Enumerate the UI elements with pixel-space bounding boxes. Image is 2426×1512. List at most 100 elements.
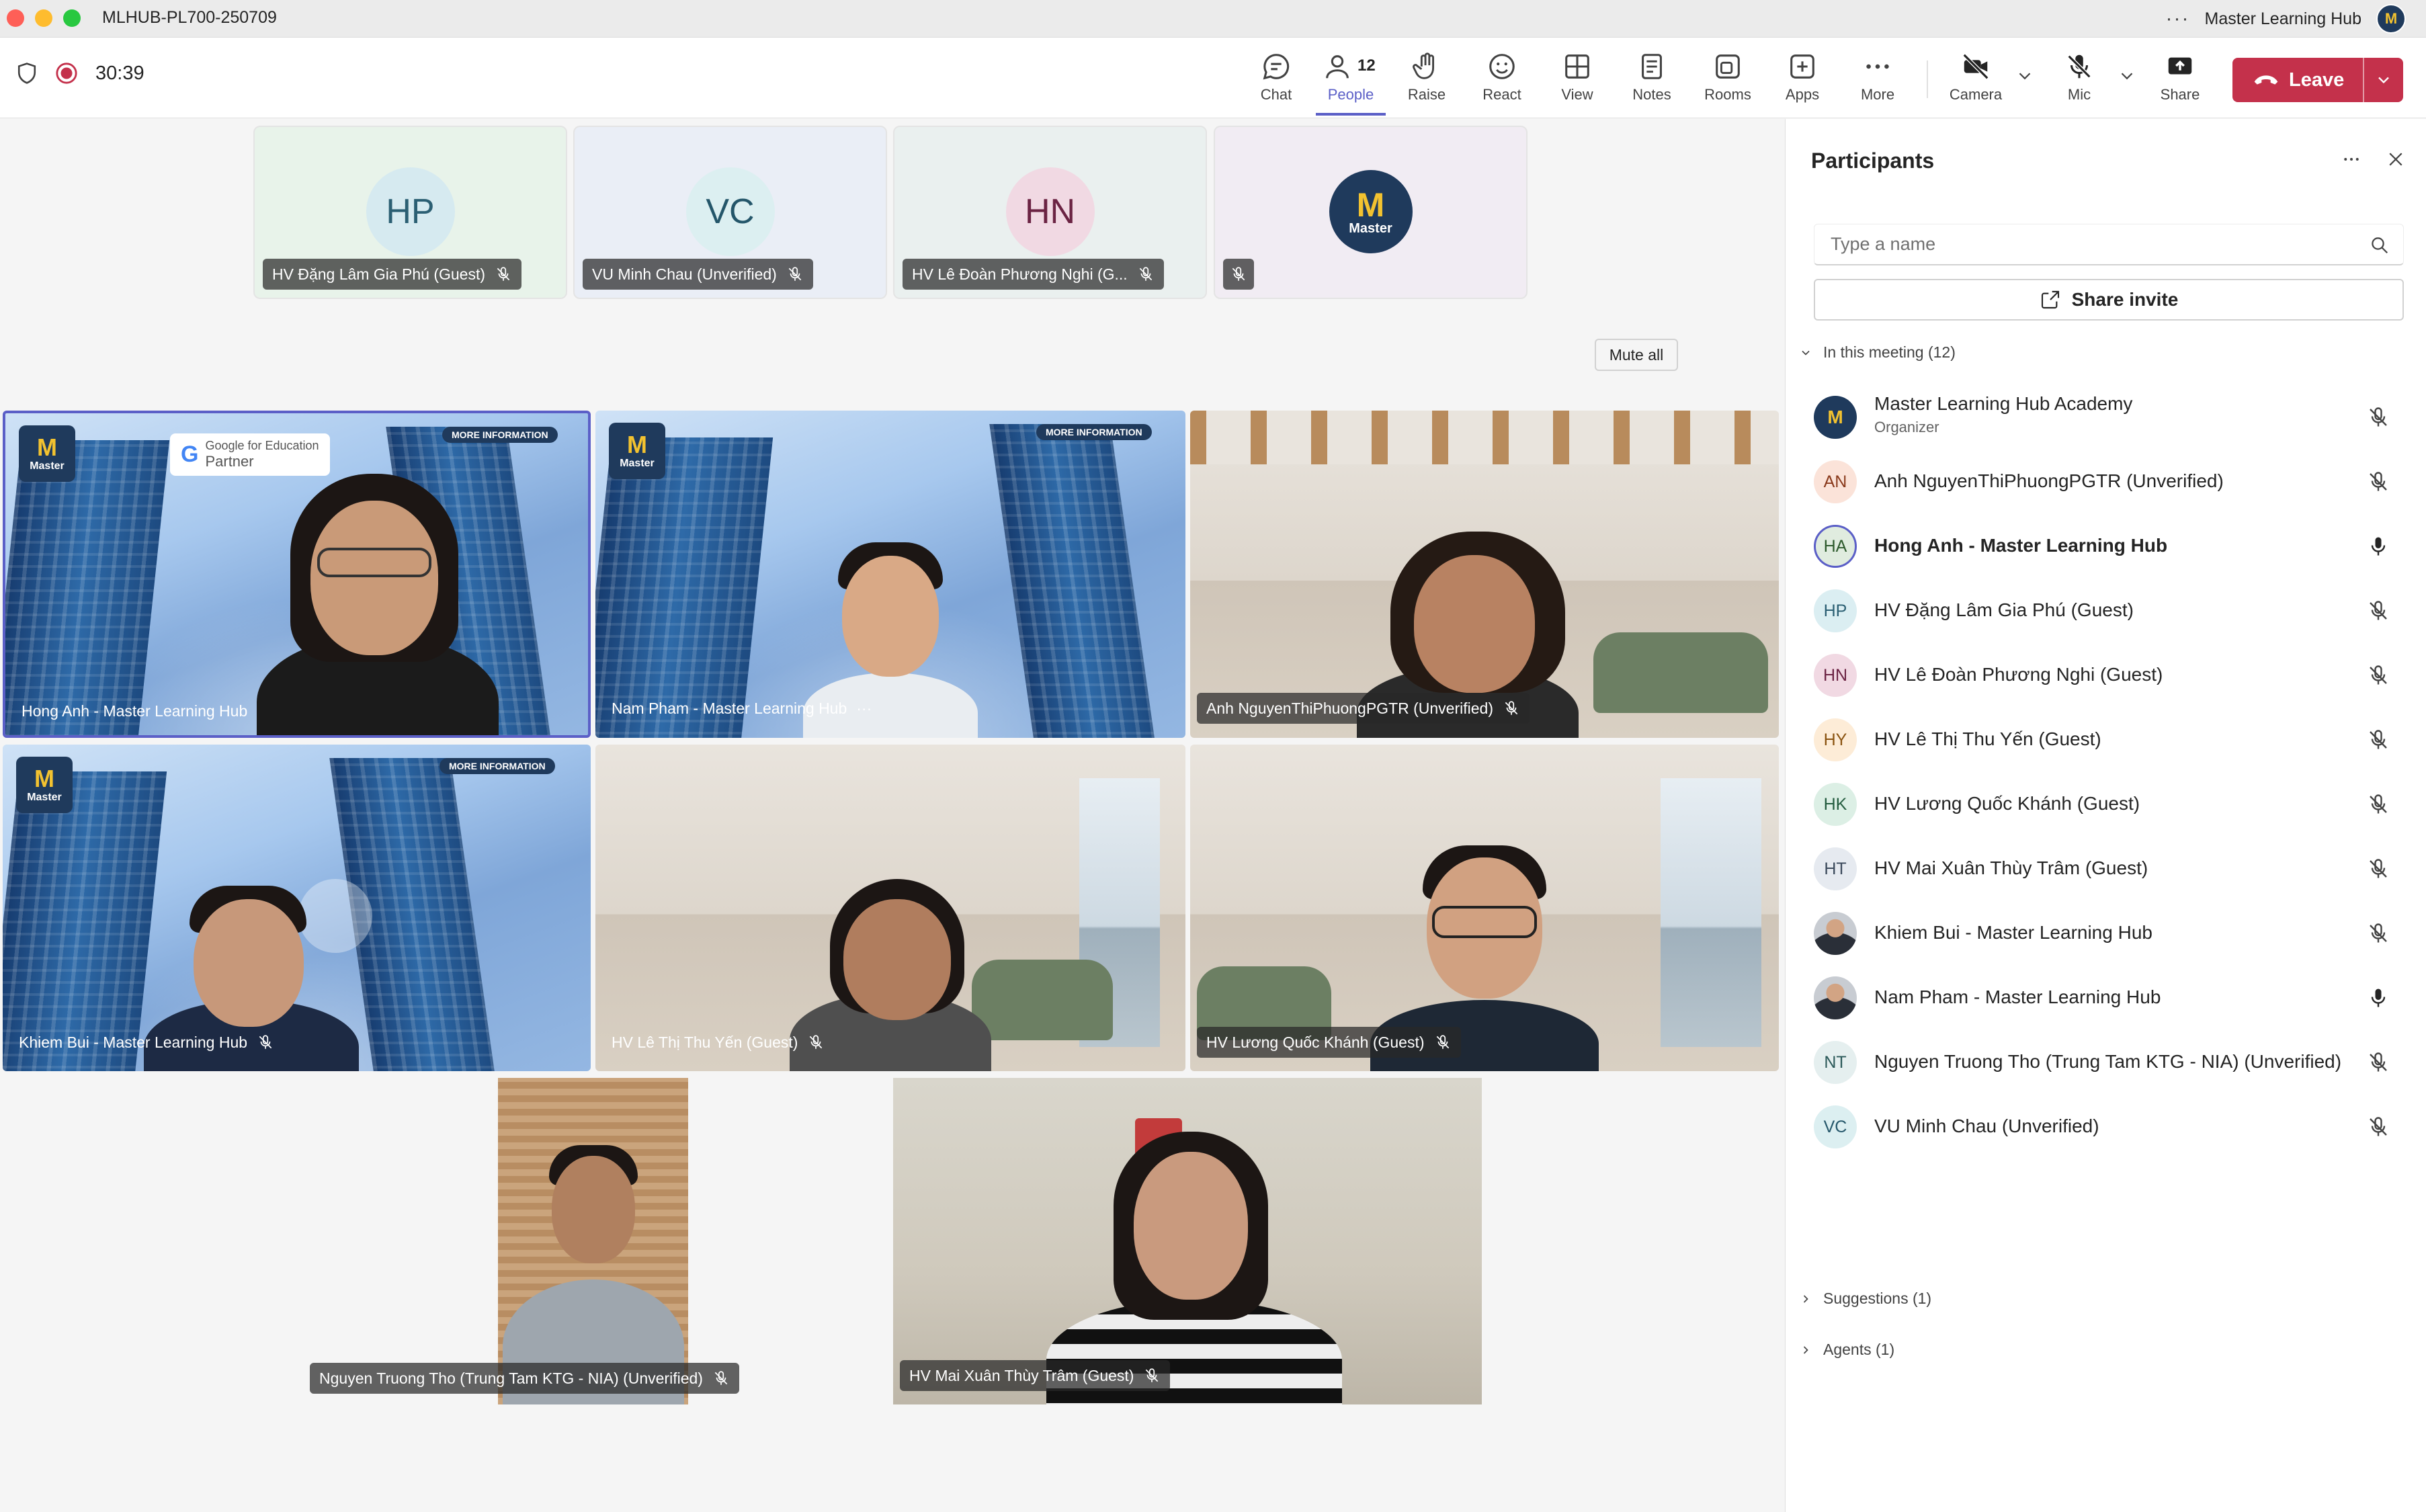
video-tile-hong-anh[interactable]: M Master G Google for Education Partner MOR… <box>3 411 591 738</box>
suggestions-section-toggle[interactable]: Suggestions (1) <box>1799 1290 1931 1308</box>
participant-name: VU Minh Chau (Unverified) <box>592 265 777 283</box>
share-screen-icon <box>2168 57 2192 75</box>
mute-all-button[interactable]: Mute all <box>1595 339 1678 371</box>
participant-row[interactable]: HP HV Đặng Lâm Gia Phú (Guest) <box>1786 579 2425 643</box>
mic-off-icon[interactable] <box>2366 405 2390 429</box>
participant-row-name: HV Lương Quốc Khánh (Guest) <box>1874 793 2140 814</box>
master-logo-avatar: M Master <box>1329 170 1413 253</box>
mic-on-icon[interactable] <box>2366 534 2390 558</box>
participant-row[interactable]: HK HV Lương Quốc Khánh (Guest) <box>1786 772 2425 837</box>
mic-off-icon[interactable] <box>2366 1050 2390 1075</box>
in-meeting-label: In this meeting (12) <box>1823 343 1956 361</box>
leave-button[interactable]: Leave <box>2232 58 2363 102</box>
raise-hand-button[interactable]: Raise <box>1392 51 1462 112</box>
video-tile-anh-nguyen[interactable]: Anh NguyenThiPhuongPGTR (Unverified) <box>1190 411 1779 738</box>
video-tile-nguyen-truong-tho[interactable] <box>498 1078 688 1404</box>
mic-on-icon[interactable] <box>2366 986 2390 1010</box>
participant-search-input[interactable]: Type a name <box>1814 224 2404 265</box>
video-tile-nam-pham[interactable]: M Master MORE INFORMATION Nam Pham - Mast… <box>595 411 1185 738</box>
mic-off-icon[interactable] <box>2366 857 2390 881</box>
participant-avatar: HN <box>1814 654 1857 697</box>
participant-name: Nam Pham - Master Learning Hub <box>612 699 847 717</box>
react-button[interactable]: React <box>1467 51 1537 112</box>
leave-options-chevron-icon[interactable] <box>2363 58 2403 102</box>
mic-off-icon[interactable] <box>2366 599 2390 623</box>
mic-options-chevron-icon[interactable] <box>2117 66 2137 86</box>
chevron-right-icon <box>1803 1294 1808 1303</box>
participant-name-tag: HV Lê Đoàn Phương Nghi (G... <box>903 259 1164 290</box>
apps-button[interactable]: Apps <box>1767 51 1837 112</box>
notes-button[interactable]: Notes <box>1617 51 1687 112</box>
agents-label: Agents (1) <box>1823 1341 1895 1358</box>
participant-row[interactable]: HY HV Lê Thị Thu Yến (Guest) <box>1786 708 2425 772</box>
mic-off-icon <box>1139 267 1152 281</box>
share-button[interactable]: Share <box>2146 51 2214 112</box>
participant-name-tag: HV Lê Thị Thu Yến (Guest) <box>602 1027 834 1058</box>
participant-row[interactable]: Nam Pham - Master Learning Hub <box>1786 966 2425 1030</box>
minimize-window-button[interactable] <box>35 9 52 27</box>
maximize-window-button[interactable] <box>63 9 81 27</box>
agents-section-toggle[interactable]: Agents (1) <box>1799 1341 1894 1359</box>
participant-row[interactable]: HA Hong Anh - Master Learning Hub <box>1786 514 2425 579</box>
mic-off-icon <box>810 1035 823 1049</box>
mic-button[interactable]: Mic <box>2046 51 2113 112</box>
close-panel-icon[interactable] <box>2382 146 2409 173</box>
participant-row[interactable]: AN Anh NguyenThiPhuongPGTR (Unverified) <box>1786 450 2425 514</box>
account-avatar[interactable]: M <box>2376 4 2406 34</box>
share-invite-button[interactable]: Share invite <box>1814 279 2404 321</box>
view-label: View <box>1561 86 1593 103</box>
participant-row-name: Master Learning Hub Academy <box>1874 393 2133 414</box>
participant-name-tag: VU Minh Chau (Unverified) <box>583 259 813 290</box>
participant-avatar: NT <box>1814 1041 1857 1084</box>
participant-name: Nguyen Truong Tho (Trung Tam KTG - NIA) … <box>319 1369 703 1387</box>
participant-row[interactable]: VC VU Minh Chau (Unverified) <box>1786 1095 2425 1159</box>
window-title: MLHUB-PL700-250709 <box>102 8 277 27</box>
video-tile-luong-quoc-khanh[interactable]: HV Lương Quốc Khánh (Guest) <box>1190 745 1779 1071</box>
video-tile-le-thi-thu-yen[interactable]: HV Lê Thị Thu Yến (Guest) <box>595 745 1185 1071</box>
react-label: React <box>1482 86 1521 103</box>
rooms-button[interactable]: Rooms <box>1693 51 1763 112</box>
shield-icon[interactable] <box>16 62 38 85</box>
participant-role: Organizer <box>1874 419 1939 435</box>
participant-tile-hn[interactable]: HN HV Lê Đoàn Phương Nghi (G... <box>893 126 1207 299</box>
in-meeting-section-toggle[interactable]: In this meeting (12) <box>1799 343 1956 362</box>
logo-word: Master <box>620 458 655 469</box>
camera-button[interactable]: Camera <box>1942 51 2009 112</box>
more-options-icon[interactable]: ··· <box>856 700 872 718</box>
hand-icon <box>1413 52 1435 79</box>
participant-row[interactable]: Khiem Bui - Master Learning Hub <box>1786 901 2425 966</box>
chat-button[interactable]: Chat <box>1241 51 1311 112</box>
notes-icon <box>1642 54 1662 79</box>
close-window-button[interactable] <box>7 9 24 27</box>
camera-options-chevron-icon[interactable] <box>2015 66 2035 86</box>
participant-tile-hp[interactable]: HP HV Đặng Lâm Gia Phú (Guest) <box>253 126 567 299</box>
share-label: Share <box>2160 86 2200 103</box>
panel-more-icon[interactable] <box>2338 146 2365 173</box>
mic-off-icon <box>259 1035 272 1049</box>
mic-off-icon[interactable] <box>2366 728 2390 752</box>
mic-off-icon[interactable] <box>2366 1115 2390 1139</box>
participant-row-name: Nam Pham - Master Learning Hub <box>1874 986 2161 1007</box>
people-button[interactable]: 12 People <box>1316 51 1386 116</box>
grid-view-icon <box>1565 54 1589 79</box>
participant-row-name: Nguyen Truong Tho (Trung Tam KTG - NIA) … <box>1874 1051 2342 1072</box>
logo-word: Master <box>1349 221 1392 236</box>
participant-row[interactable]: M Master Learning Hub Academy Organizer <box>1786 385 2425 450</box>
participant-row[interactable]: HT HV Mai Xuân Thùy Trâm (Guest) <box>1786 837 2425 901</box>
participant-tile-vc[interactable]: VC VU Minh Chau (Unverified) <box>573 126 887 299</box>
video-tile-khiem-bui[interactable]: M Master MORE INFORMATION Khiem Bui - Mas… <box>3 745 591 1071</box>
video-tile-mai-xuan-thuy-tram[interactable]: HV Mai Xuân Thùy Trâm (Guest) <box>893 1078 1482 1404</box>
participant-tile-organizer[interactable]: M Master <box>1214 126 1528 299</box>
participant-name: HV Lương Quốc Khánh (Guest) <box>1206 1033 1425 1051</box>
mic-off-icon[interactable] <box>2366 921 2390 946</box>
participant-row[interactable]: NT Nguyen Truong Tho (Trung Tam KTG - NIA… <box>1786 1030 2425 1095</box>
mic-off-icon[interactable] <box>2366 470 2390 494</box>
mic-off-icon[interactable] <box>2366 663 2390 687</box>
view-button[interactable]: View <box>1542 51 1612 112</box>
master-logo-icon: M Master <box>609 423 665 479</box>
more-options-icon[interactable]: ··· <box>2166 7 2190 30</box>
meeting-toolbar: 30:39 Chat 12 People Raise React View No… <box>0 38 2426 118</box>
participant-row[interactable]: HN HV Lê Đoàn Phương Nghi (Guest) <box>1786 643 2425 708</box>
more-button[interactable]: More <box>1843 51 1913 112</box>
mic-off-icon[interactable] <box>2366 792 2390 816</box>
